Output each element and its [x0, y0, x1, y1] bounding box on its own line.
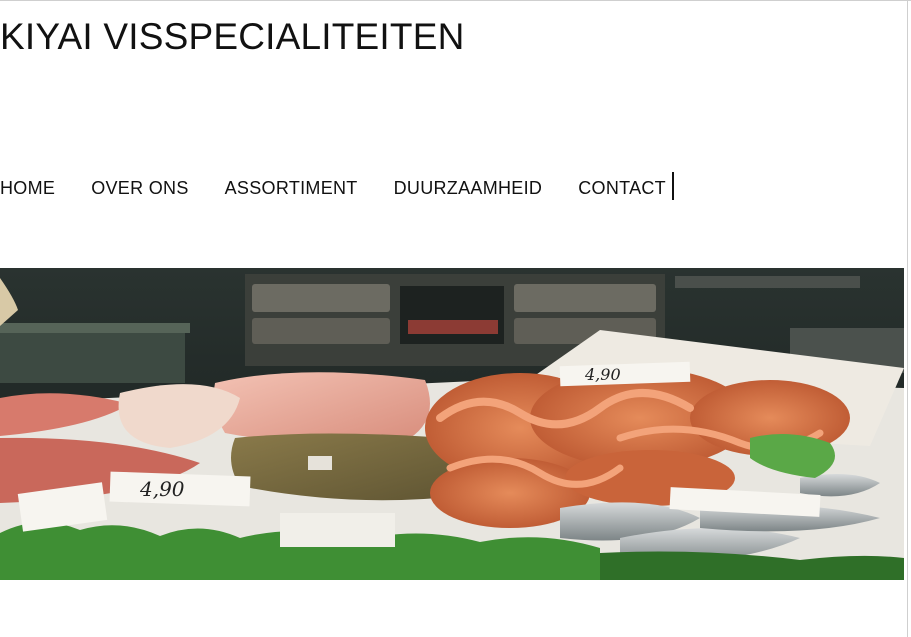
- nav-item-over-ons[interactable]: OVER ONS: [91, 177, 188, 199]
- fish-market-photo: 4,90 4,90: [0, 268, 904, 580]
- text-cursor: [671, 172, 674, 200]
- nav-item-home[interactable]: HOME: [0, 177, 55, 199]
- nav-item-duurzaamheid[interactable]: DUURZAAMHEID: [394, 177, 543, 199]
- hero-image: 4,90 4,90: [0, 268, 904, 580]
- svg-text:4,90: 4,90: [584, 365, 621, 384]
- window-border-right: [907, 0, 908, 637]
- window-border-top: [0, 0, 911, 1]
- main-nav: HOME OVER ONS ASSORTIMENT DUURZAAMHEID C…: [0, 172, 674, 200]
- svg-text:4,90: 4,90: [139, 477, 185, 501]
- nav-item-assortiment[interactable]: ASSORTIMENT: [225, 177, 358, 199]
- page: KIYAI VISSPECIALITEITEN HOME OVER ONS AS…: [0, 0, 911, 637]
- price-tag: 4,90: [109, 471, 251, 507]
- site-title[interactable]: KIYAI VISSPECIALITEITEN: [0, 16, 465, 58]
- nav-item-contact[interactable]: CONTACT: [578, 177, 666, 199]
